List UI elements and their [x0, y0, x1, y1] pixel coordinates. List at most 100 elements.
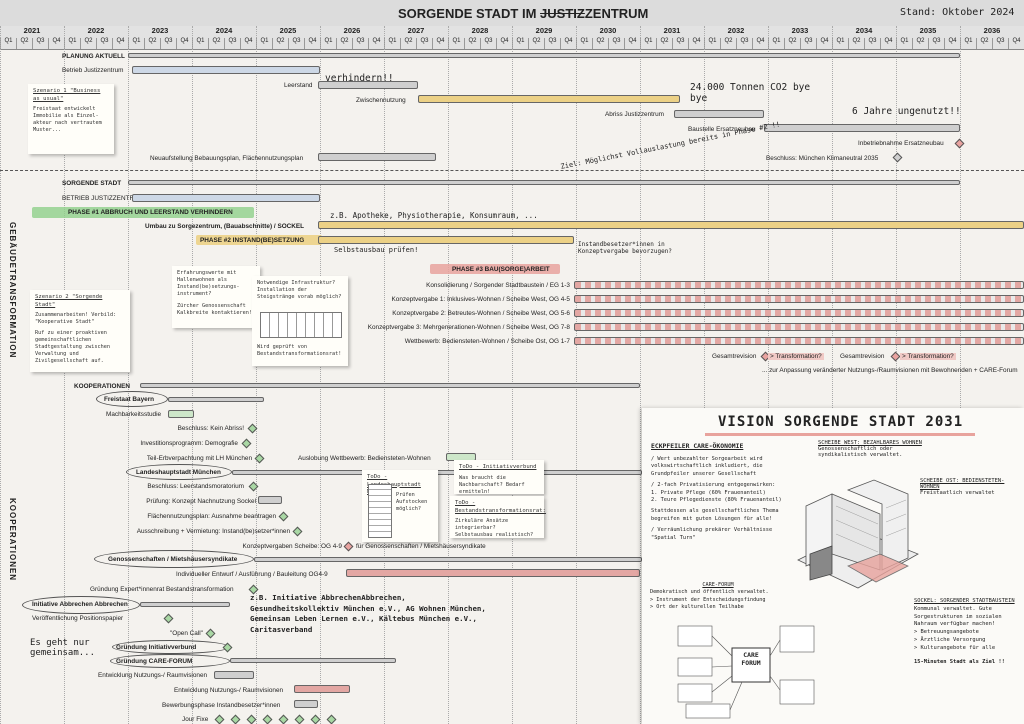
- note-szenario-2: Szenario 2 "Sorgende Stadt" Zusammenarbe…: [30, 290, 130, 372]
- tower-sketch: [368, 484, 392, 538]
- year-gridline: [192, 26, 193, 724]
- sockel-l3: > Kulturangebote für alle: [914, 644, 996, 651]
- eckpfeiler-2: / 2-fach Privatisierung entgegenwirken:: [651, 482, 776, 489]
- quarter-label: Q4: [176, 38, 192, 49]
- label-abriss: Abriss Justizzentrum: [605, 111, 664, 118]
- quarter-label: Q1: [384, 38, 400, 49]
- label-zwischennutzung: Zwischennutzung: [356, 97, 406, 104]
- year-label: 2032: [727, 26, 745, 35]
- label-invest: Investitionsprogramm: Demografie: [140, 440, 238, 447]
- planung-heading-bar: [128, 53, 960, 58]
- jour-fixe-marker: [278, 714, 289, 724]
- milestone-initiativverbund: [222, 642, 233, 653]
- eckpfeiler-2b: 2. Teure Pflegedienste (80% Frauenanteil…: [651, 497, 782, 504]
- forum-l1: > Instrument der Entscheidungsfindung: [650, 596, 766, 603]
- quarter-label: Q1: [192, 38, 208, 49]
- sockel-text: Kommunal verwaltet. Gute Sorgestrukturen…: [914, 605, 1002, 628]
- label-konsolidierung: Konsolidierung / Sorgender Stadtbaustein…: [426, 282, 570, 289]
- quarter-label: Q4: [432, 38, 448, 49]
- divider-line: [0, 170, 1024, 171]
- eckpfeiler-list: / Wert unbezahlter Sorgearbeit wird volk…: [651, 456, 785, 542]
- label-jour-fixe: Jour Fixe: [182, 716, 209, 723]
- eckpfeiler-3: Stattdessen als gesellschaftliches Thema…: [651, 508, 779, 522]
- quarter-label: Q4: [624, 38, 640, 49]
- label-phase2: PHASE #2 INSTAND(BE)SETZUNG: [200, 237, 305, 244]
- care-forum-desc: CARE-FORUM Demokratisch und öffentlich v…: [650, 582, 786, 611]
- label-genossenschaften: Genossenschaften / Mietshäusersyndikate: [108, 556, 238, 563]
- bar-pruefung: [258, 496, 282, 504]
- bar-freistaat: [168, 397, 264, 402]
- eckpfeiler-4: / Verräumlichung prekärer Verhältnisse "…: [651, 527, 773, 541]
- quarter-label: Q1: [448, 38, 464, 49]
- scheibe-ost: SCHEIBE OST: BEDIENSTETEN-WOHNEN Freista…: [920, 478, 1018, 496]
- hand-verhindern: verhindern!!: [325, 73, 394, 84]
- quarter-label: Q4: [240, 38, 256, 49]
- hand-ziel: Ziel: Möglichst Vollauslastung bereits i…: [560, 120, 781, 171]
- label-entwurf: Individueller Entwurf / Ausführung / Bau…: [176, 571, 328, 578]
- milestone-positionspapier: [163, 613, 174, 624]
- note4-text2: Wird geprüft von Bestandstransformations…: [257, 344, 342, 358]
- quarter-label: Q3: [544, 38, 560, 49]
- quarter-label: Q4: [48, 38, 64, 49]
- note2-text1: Zusammenarbeiten! Verbild: "Kooperative …: [35, 312, 117, 326]
- bar-initiative: [140, 602, 230, 607]
- note1-text: Freistaat entwickelt Immobilie als Einze…: [33, 106, 102, 134]
- quarter-label: Q3: [608, 38, 624, 49]
- ost-title: SCHEIBE OST: BEDIENSTETEN-WOHNEN: [920, 478, 1005, 490]
- quarter-label: Q3: [224, 38, 240, 49]
- year-label: 2022: [87, 26, 105, 35]
- milestone-inbetrieb: [954, 138, 965, 149]
- label-ausschreibung: Ausschreibung + Vermietung: Instand(be)s…: [136, 528, 290, 535]
- todo2-title: ToDo - Initiativverbund: [459, 464, 537, 470]
- todo1-text: Prüfen Aufstocken möglich?: [396, 492, 428, 513]
- quarter-label: Q4: [944, 38, 960, 49]
- quarter-label: Q2: [848, 38, 864, 49]
- label-gesamtrevision-1: Gesamtrevision: [712, 353, 757, 360]
- label-freistaat: Freistaat Bayern: [104, 396, 155, 403]
- quarter-label: Q3: [32, 38, 48, 49]
- eckpfeiler-title: ECKPFEILER CARE-ÖKONOMIE: [651, 442, 744, 450]
- forum-title: CARE-FORUM: [702, 582, 734, 588]
- quarter-label: Q1: [0, 38, 16, 49]
- quarter-label: Q3: [736, 38, 752, 49]
- quarter-label: Q4: [496, 38, 512, 49]
- label-positionspapier: Veröffentlichung Positionspapier: [32, 615, 124, 622]
- label-transformation-1: > Transformation?: [768, 353, 824, 360]
- label-klimaneutral: Beschluss: München Klimaneutral 2035: [766, 155, 879, 162]
- bar-wettbewerb: [574, 337, 1024, 345]
- jour-fixe-marker: [310, 714, 321, 724]
- sockel-title: SOCKEL: SORGENDER STADTBAUSTEIN: [914, 598, 1015, 604]
- section-label-kooperationen: KOOPERATIONEN: [8, 498, 17, 582]
- year-label: 2029: [535, 26, 553, 35]
- note-infrastruktur: Notwendige Infrastruktur? Installation d…: [252, 276, 348, 366]
- quarter-label: Q1: [64, 38, 80, 49]
- sockel-l1: > Betreuungsangebote: [914, 629, 979, 636]
- kooperationen-bar: [140, 383, 640, 388]
- jour-fixe-marker: [262, 714, 273, 724]
- bar-phase2: [318, 236, 574, 244]
- quarter-label: Q4: [688, 38, 704, 49]
- label-lhm: Landeshauptstadt München: [136, 469, 221, 476]
- todo3-text1: Zirkuläre Ansätze integrierbar?: [455, 518, 509, 532]
- quarter-label: Q2: [592, 38, 608, 49]
- bar-betrieb: [132, 66, 320, 74]
- note-todo-bestand: ToDo - Bestandstransformationsrat: Zirku…: [450, 496, 546, 539]
- label-anpassung: ... zur Anpassung veränderter Nutzungs-/…: [762, 367, 1018, 374]
- note3-text2: Zürcher Genossenschaft Kalkbreite kontak…: [177, 303, 252, 317]
- hand-instand: Instandbesetzer*innen in Konzeptvergabe …: [578, 241, 672, 255]
- quarter-label: Q1: [768, 38, 784, 49]
- quarter-label: Q2: [336, 38, 352, 49]
- quarter-label: Q3: [352, 38, 368, 49]
- sockel-desc: SOCKEL: SORGENDER STADTBAUSTEIN Kommunal…: [914, 598, 1022, 667]
- quarter-label: Q3: [288, 38, 304, 49]
- bar-betrieb-jz: [132, 194, 320, 202]
- quarter-label: Q4: [816, 38, 832, 49]
- hand-selbstbau: Selbstausbau prüfen!: [334, 246, 419, 254]
- year-gridline: [512, 26, 513, 724]
- label-moratorium: Beschluss: Leerstandsmoratorium: [147, 483, 244, 490]
- sorgende-heading-bar: [128, 180, 960, 185]
- note2-text2: Ruf zu einer proaktiven gemeinschaftlich…: [35, 330, 110, 365]
- quarter-label: Q1: [320, 38, 336, 49]
- todo3-text2: Selbstausbau realistisch?: [455, 532, 534, 539]
- quarter-label: Q2: [80, 38, 96, 49]
